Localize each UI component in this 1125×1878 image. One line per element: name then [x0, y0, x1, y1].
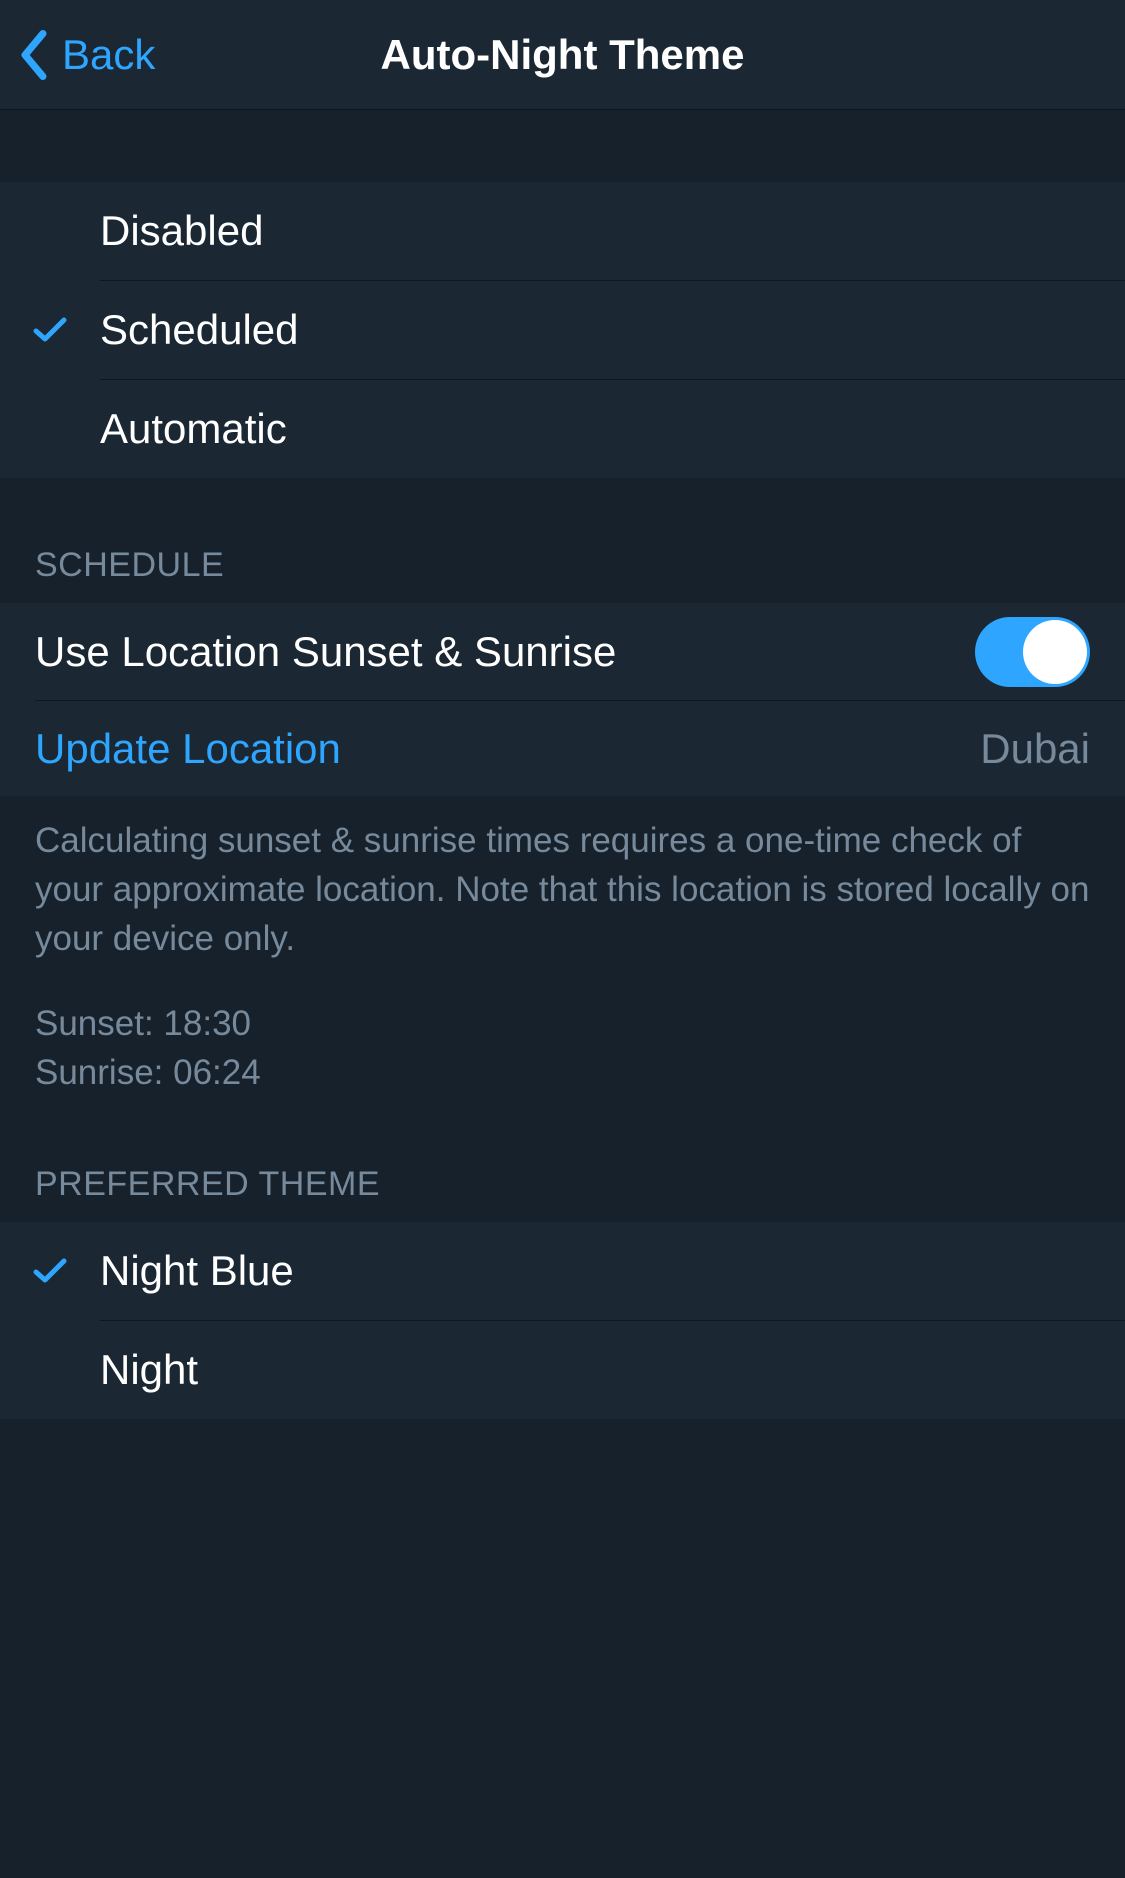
mode-label: Scheduled: [100, 306, 1090, 354]
use-location-row[interactable]: Use Location Sunset & Sunrise: [0, 603, 1125, 700]
back-label: Back: [62, 31, 155, 79]
theme-option-night[interactable]: Night: [0, 1321, 1125, 1419]
mode-option-disabled[interactable]: Disabled: [0, 182, 1125, 280]
theme-label: Night Blue: [100, 1247, 1090, 1295]
use-location-toggle[interactable]: [975, 617, 1090, 687]
schedule-header: SCHEDULE: [0, 478, 1125, 603]
check-column: [0, 1258, 100, 1284]
theme-label: Night: [100, 1346, 1090, 1394]
footer-description: Calculating sunset & sunrise times requi…: [35, 816, 1090, 963]
page-title: Auto-Night Theme: [381, 31, 745, 79]
schedule-footer: Calculating sunset & sunrise times requi…: [0, 796, 1125, 1097]
update-location-label: Update Location: [35, 725, 980, 773]
back-button[interactable]: Back: [16, 30, 155, 80]
checkmark-icon: [33, 1258, 67, 1284]
preferred-theme-header: PREFERRED THEME: [0, 1097, 1125, 1222]
checkmark-icon: [33, 317, 67, 343]
mode-group: Disabled Scheduled Automatic: [0, 182, 1125, 478]
mode-label: Automatic: [100, 405, 1090, 453]
sunset-time: Sunset: 18:30: [35, 999, 1090, 1048]
check-column: [0, 317, 100, 343]
sunrise-time: Sunrise: 06:24: [35, 1048, 1090, 1097]
use-location-label: Use Location Sunset & Sunrise: [35, 628, 975, 676]
chevron-left-icon: [16, 30, 52, 80]
mode-option-scheduled[interactable]: Scheduled: [0, 281, 1125, 379]
location-value: Dubai: [980, 725, 1090, 773]
update-location-row[interactable]: Update Location Dubai: [0, 701, 1125, 796]
toggle-knob: [1023, 620, 1087, 684]
schedule-group: Use Location Sunset & Sunrise Update Loc…: [0, 603, 1125, 796]
preferred-theme-group: Night Blue Night: [0, 1222, 1125, 1419]
spacer: [0, 110, 1125, 182]
mode-option-automatic[interactable]: Automatic: [0, 380, 1125, 478]
theme-option-night-blue[interactable]: Night Blue: [0, 1222, 1125, 1320]
nav-bar: Back Auto-Night Theme: [0, 0, 1125, 110]
mode-label: Disabled: [100, 207, 1090, 255]
